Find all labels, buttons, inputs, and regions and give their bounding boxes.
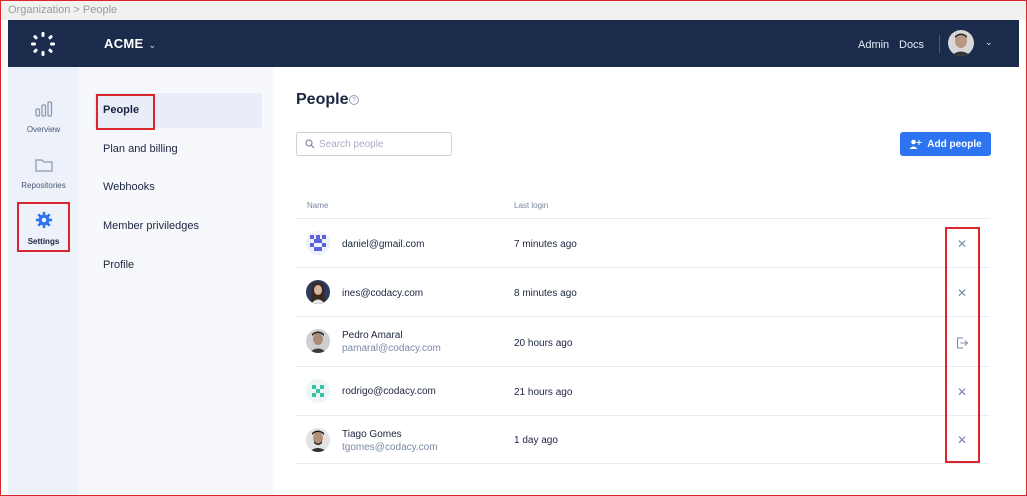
nav-label: Overview — [26, 125, 61, 134]
highlight-box — [96, 94, 155, 130]
user-avatar[interactable] — [948, 30, 974, 56]
person-email: pamaral@codacy.com — [342, 343, 441, 354]
avatar — [306, 428, 330, 452]
main-content: People ? Add people Name Last login — [273, 67, 1019, 496]
table-row: daniel@gmail.com 7 minutes ago ✕ — [296, 218, 990, 267]
nav-item-repositories[interactable]: Repositories — [8, 157, 79, 190]
avatar — [306, 329, 330, 353]
page-title: People — [296, 91, 349, 108]
docs-link[interactable]: Docs — [899, 39, 924, 51]
add-people-label: Add people — [927, 138, 982, 150]
nav-label: Repositories — [21, 181, 66, 190]
highlight-box — [17, 202, 70, 252]
subnav-item-profile[interactable]: Profile — [94, 248, 262, 283]
help-icon[interactable]: ? — [349, 95, 359, 105]
subnav-item-member-privileges[interactable]: Member priviledges — [94, 209, 262, 244]
person-name: Tiago Gomes — [342, 429, 402, 440]
column-header-name: Name — [307, 201, 329, 210]
person-name: ines@codacy.com — [342, 288, 424, 299]
settings-subnav: People Plan and billing Webhooks Member … — [79, 67, 273, 496]
bar-chart-icon — [34, 101, 52, 117]
person-name: daniel@gmail.com — [342, 239, 425, 250]
person-name: rodrigo@codacy.com — [342, 386, 436, 397]
search-icon — [305, 139, 315, 149]
breadcrumb: Organization > People — [0, 0, 1027, 20]
table-row: rodrigo@codacy.com 21 hours ago ✕ — [296, 366, 990, 415]
add-people-button[interactable]: Add people — [900, 132, 991, 156]
chevron-down-icon[interactable]: ⌄ — [985, 37, 993, 48]
table-row: Pedro Amaral pamaral@codacy.com 20 hours… — [296, 316, 990, 365]
person-name: Pedro Amaral — [342, 330, 403, 341]
person-email: tgomes@codacy.com — [342, 442, 438, 453]
add-user-icon — [909, 139, 922, 149]
divider — [939, 35, 940, 53]
table-row: ines@codacy.com 8 minutes ago ✕ — [296, 267, 990, 316]
subnav-item-webhooks[interactable]: Webhooks — [94, 170, 262, 205]
codacy-logo-icon[interactable] — [30, 31, 56, 57]
org-name: ACME — [104, 36, 144, 51]
org-switcher[interactable]: ACME ⌄ — [104, 36, 156, 51]
last-login: 7 minutes ago — [514, 239, 577, 250]
nav-item-overview[interactable]: Overview — [8, 101, 79, 134]
avatar — [306, 379, 330, 403]
avatar — [306, 280, 330, 304]
last-login: 20 hours ago — [514, 338, 573, 349]
top-bar: ACME ⌄ Admin Docs ⌄ — [8, 20, 1019, 67]
folder-icon — [34, 159, 53, 172]
last-login: 1 day ago — [514, 435, 558, 446]
highlight-box — [945, 227, 980, 463]
avatar — [306, 231, 330, 255]
chevron-down-icon: ⌄ — [148, 40, 157, 50]
last-login: 8 minutes ago — [514, 288, 577, 299]
search-field[interactable] — [296, 132, 452, 156]
column-header-last-login: Last login — [514, 201, 549, 210]
search-input[interactable] — [319, 135, 447, 153]
subnav-item-plan-and-billing[interactable]: Plan and billing — [94, 132, 262, 167]
left-nav: Overview Repositories Settings — [8, 67, 79, 496]
table-row: Tiago Gomes tgomes@codacy.com 1 day ago … — [296, 415, 990, 464]
last-login: 21 hours ago — [514, 387, 573, 398]
admin-link[interactable]: Admin — [858, 39, 889, 51]
